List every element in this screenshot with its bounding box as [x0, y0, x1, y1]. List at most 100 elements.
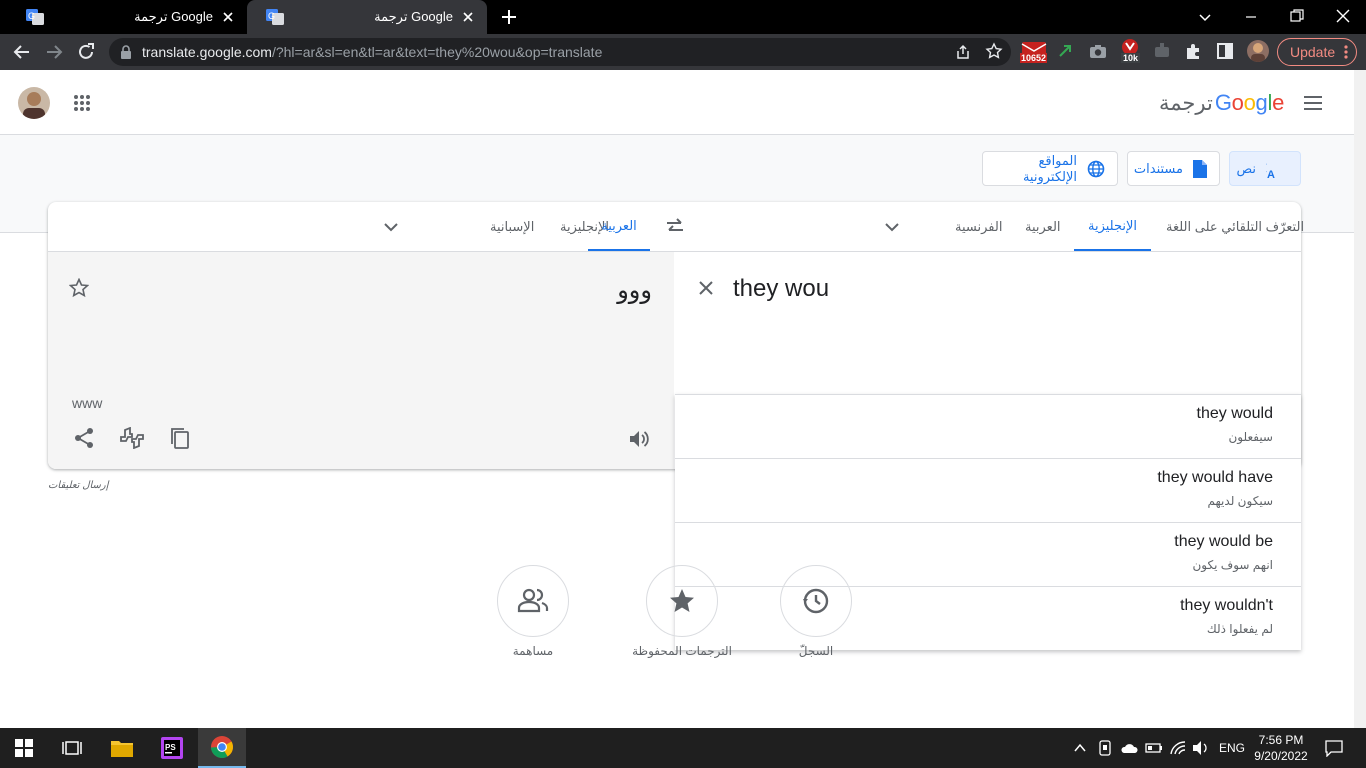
- youtube-extension-icon[interactable]: 10k: [1119, 39, 1141, 63]
- update-button[interactable]: Update: [1277, 38, 1357, 66]
- minimize-icon[interactable]: [1243, 9, 1259, 25]
- task-view-icon[interactable]: [48, 728, 96, 768]
- logo-letter: g: [1255, 90, 1268, 115]
- phpstorm-icon[interactable]: PS: [148, 728, 196, 768]
- document-icon: [1193, 159, 1207, 178]
- share-page-icon[interactable]: [954, 43, 972, 61]
- google-translate-logo[interactable]: ترجمة Google: [1159, 90, 1284, 116]
- file-explorer-icon[interactable]: [98, 728, 146, 768]
- google-translate-favicon-icon: G: [26, 9, 44, 25]
- mode-text-label: نص: [1236, 160, 1256, 176]
- output-text: ووو: [617, 277, 652, 304]
- suggestion-source: they would be: [1174, 533, 1273, 550]
- target-lang-es[interactable]: الإسبانية: [476, 202, 548, 251]
- notifications-icon[interactable]: [1325, 739, 1343, 757]
- suggestion-translation: سيفعلون: [1228, 430, 1273, 444]
- robot-extension-icon[interactable]: [1152, 42, 1172, 60]
- volume-icon[interactable]: [1192, 740, 1210, 756]
- logo-letter: o: [1243, 90, 1256, 115]
- taskbar-clock[interactable]: 7:56 PM 9/20/2022: [1252, 732, 1310, 764]
- rate-translation-icon[interactable]: [119, 427, 145, 449]
- tab-search-chevron-icon[interactable]: [1197, 9, 1213, 25]
- extension-arrow-icon[interactable]: [1056, 42, 1074, 60]
- mode-documents-label: مستندات: [1133, 160, 1183, 176]
- url-text[interactable]: translate.google.com/?hl=ar&sl=en&tl=ar&…: [142, 44, 602, 60]
- source-input[interactable]: they wou: [733, 275, 829, 303]
- translate-page: ترجمة Google 文A نص مستندات المواقع الإلك…: [0, 70, 1354, 728]
- saved-button[interactable]: [646, 565, 718, 637]
- source-lang-ar[interactable]: العربية: [1011, 202, 1075, 251]
- language-bar: الإسبانية الإنجليزية العربية الفرنسية ال…: [48, 202, 1304, 252]
- browser-toolbar: translate.google.com/?hl=ar&sl=en&tl=ar&…: [0, 34, 1366, 70]
- lock-icon[interactable]: [120, 45, 132, 59]
- translate-icon: 文A: [1266, 159, 1288, 179]
- suggestion-source: they wouldn't: [1180, 597, 1273, 614]
- mail-extension-icon[interactable]: 10652: [1020, 40, 1050, 66]
- browser-tab[interactable]: G Google ترجمة: [7, 0, 247, 34]
- chrome-taskbar-icon[interactable]: [198, 728, 246, 768]
- side-panel-icon[interactable]: [1216, 42, 1234, 60]
- contribute-label: مساهمة: [512, 644, 554, 658]
- output-transliteration: www: [72, 395, 103, 411]
- source-lang-fr[interactable]: الفرنسية: [941, 202, 1016, 251]
- send-feedback-link[interactable]: إرسال تعليقات: [48, 480, 109, 491]
- history-icon: [803, 588, 829, 614]
- mode-websites-button[interactable]: المواقع الإلكترونية: [982, 151, 1118, 186]
- restore-icon[interactable]: [1289, 8, 1305, 24]
- suggestion-source: they would: [1196, 405, 1274, 422]
- suggestion-item[interactable]: they would have سيكون لديهم: [675, 459, 1301, 523]
- input-language-indicator[interactable]: ENG: [1219, 741, 1245, 755]
- source-lang-more-chevron-icon[interactable]: [884, 219, 900, 235]
- svg-text:PS: PS: [165, 743, 176, 752]
- target-lang-ar[interactable]: العربية: [588, 202, 650, 251]
- battery-icon[interactable]: [1145, 741, 1163, 755]
- contribute-button[interactable]: [497, 565, 569, 637]
- source-lang-en[interactable]: الإنجليزية: [1074, 202, 1151, 251]
- suggestion-item[interactable]: they would be انهم سوف يكون: [675, 523, 1301, 587]
- target-lang-more-chevron-icon[interactable]: [383, 219, 399, 235]
- history-button[interactable]: [780, 565, 852, 637]
- puzzle-extensions-icon[interactable]: [1184, 42, 1202, 60]
- suggestion-item[interactable]: they wouldn't لم يفعلوا ذلك: [675, 587, 1301, 651]
- listen-speaker-icon[interactable]: [628, 429, 650, 449]
- google-translate-favicon-icon: G: [266, 9, 284, 25]
- svg-text:G: G: [268, 11, 275, 21]
- share-icon[interactable]: [73, 427, 95, 449]
- google-apps-icon[interactable]: [73, 94, 91, 112]
- new-tab-icon[interactable]: [500, 8, 518, 26]
- logo-google: Google: [1215, 90, 1284, 116]
- output-panel: ووو www: [48, 252, 674, 469]
- tray-overflow-chevron-icon[interactable]: [1073, 741, 1087, 755]
- save-translation-star-icon[interactable]: [69, 278, 89, 298]
- mode-documents-button[interactable]: مستندات: [1127, 151, 1220, 186]
- close-tab-icon[interactable]: [221, 10, 235, 24]
- suggestion-item[interactable]: they would سيفعلون: [675, 395, 1301, 459]
- camera-extension-icon[interactable]: [1088, 42, 1108, 60]
- logo-letter: G: [1214, 90, 1232, 115]
- windows-start-icon[interactable]: [0, 728, 48, 768]
- close-window-icon[interactable]: [1335, 8, 1351, 24]
- close-tab-icon[interactable]: [461, 10, 475, 24]
- back-icon[interactable]: [12, 42, 32, 62]
- saved-star-icon: [670, 589, 694, 612]
- tray-device-icon[interactable]: [1097, 740, 1113, 756]
- profile-avatar[interactable]: [1247, 40, 1269, 62]
- source-lang-detect[interactable]: التعرّف التلقائي على اللغة: [1152, 202, 1318, 251]
- forward-icon[interactable]: [44, 42, 64, 62]
- onedrive-cloud-icon[interactable]: [1120, 741, 1138, 755]
- wifi-icon[interactable]: [1169, 740, 1187, 756]
- clear-input-icon[interactable]: [697, 279, 715, 297]
- reload-icon[interactable]: [76, 42, 96, 62]
- mode-text-button[interactable]: 文A نص: [1229, 151, 1301, 186]
- browser-tab-active[interactable]: G Google ترجمة: [247, 0, 487, 34]
- copy-icon[interactable]: [169, 427, 191, 449]
- history-label: السجلّ: [798, 644, 834, 658]
- account-avatar[interactable]: [18, 87, 50, 119]
- address-bar[interactable]: translate.google.com/?hl=ar&sl=en&tl=ar&…: [109, 38, 1011, 66]
- tab-title: Google ترجمة: [374, 9, 453, 24]
- bookmark-star-icon[interactable]: [985, 42, 1003, 60]
- swap-languages-icon[interactable]: [665, 217, 685, 237]
- page-scrollbar[interactable]: [1354, 70, 1366, 728]
- browser-tab-strip: G Google ترجمة G Google ترجمة: [0, 0, 1366, 34]
- main-menu-icon[interactable]: [1304, 96, 1322, 110]
